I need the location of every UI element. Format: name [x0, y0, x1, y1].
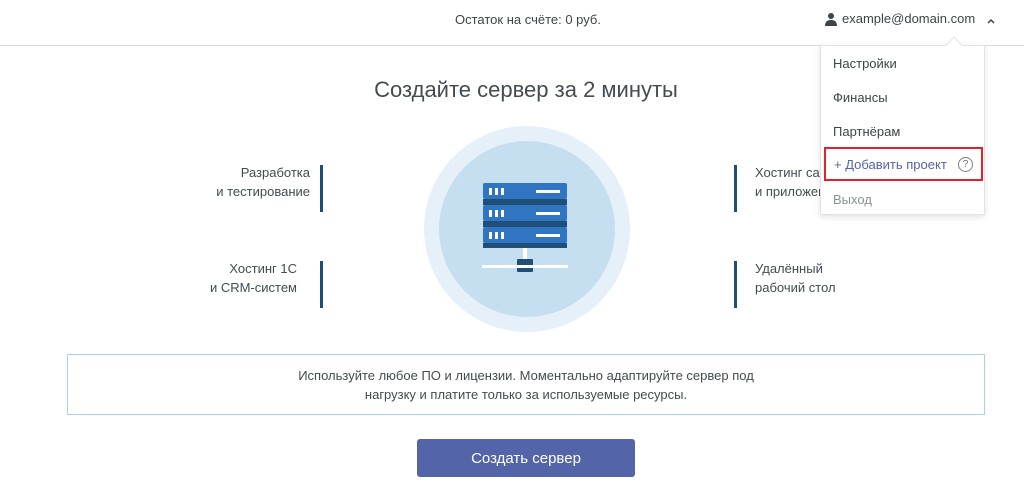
- create-server-button[interactable]: Создать сервер: [417, 439, 635, 477]
- feature-divider: [734, 165, 737, 212]
- feature-line: Удалённый: [755, 261, 823, 276]
- help-icon[interactable]: ?: [958, 157, 973, 172]
- menu-item-add-project[interactable]: + Добавить проект ?: [824, 147, 983, 181]
- menu-item-settings[interactable]: Настройки: [821, 46, 986, 80]
- server-illustration: [424, 126, 630, 332]
- user-email: example@domain.com: [842, 11, 976, 26]
- menu-item-label: Партнёрам: [833, 123, 901, 139]
- account-balance: Остаток на счёте: 0 руб.: [455, 12, 601, 27]
- user-icon: [824, 12, 838, 26]
- info-box: Используйте любое ПО и лицензии. Момента…: [67, 354, 985, 415]
- menu-item-label: Финансы: [833, 89, 888, 105]
- feature-hosting-1c: Хостинг 1С и CRM-систем: [180, 259, 323, 308]
- feature-line: Хостинг 1С: [229, 261, 297, 276]
- feature-dev-testing: Разработка и тестирование: [180, 163, 323, 212]
- chevron-up-icon: [986, 14, 996, 24]
- feature-divider: [320, 165, 323, 212]
- menu-item-label: Настройки: [833, 55, 897, 71]
- feature-divider: [734, 261, 737, 308]
- menu-item-label: Выход: [833, 191, 872, 207]
- feature-line: и CRM-систем: [209, 280, 297, 295]
- feature-remote-desktop: Удалённый рабочий стол: [734, 259, 884, 308]
- menu-item-logout[interactable]: Выход: [821, 182, 986, 216]
- menu-item-finances[interactable]: Финансы: [821, 80, 986, 114]
- feature-divider: [320, 261, 323, 308]
- feature-line: Разработка: [240, 165, 310, 180]
- server-icon: [424, 126, 630, 332]
- menu-item-label: + Добавить проект: [834, 156, 947, 172]
- feature-line: и тестирование: [216, 184, 310, 199]
- user-menu-toggle[interactable]: example@domain.com: [824, 11, 996, 26]
- user-dropdown-menu: Настройки Финансы Партнёрам + Добавить п…: [820, 36, 986, 216]
- top-bar: Остаток на счёте: 0 руб. example@domain.…: [0, 0, 1024, 46]
- feature-line: рабочий стол: [755, 280, 836, 295]
- menu-item-partners[interactable]: Партнёрам: [821, 114, 986, 148]
- info-text: Используйте любое ПО и лицензии. Момента…: [298, 367, 754, 402]
